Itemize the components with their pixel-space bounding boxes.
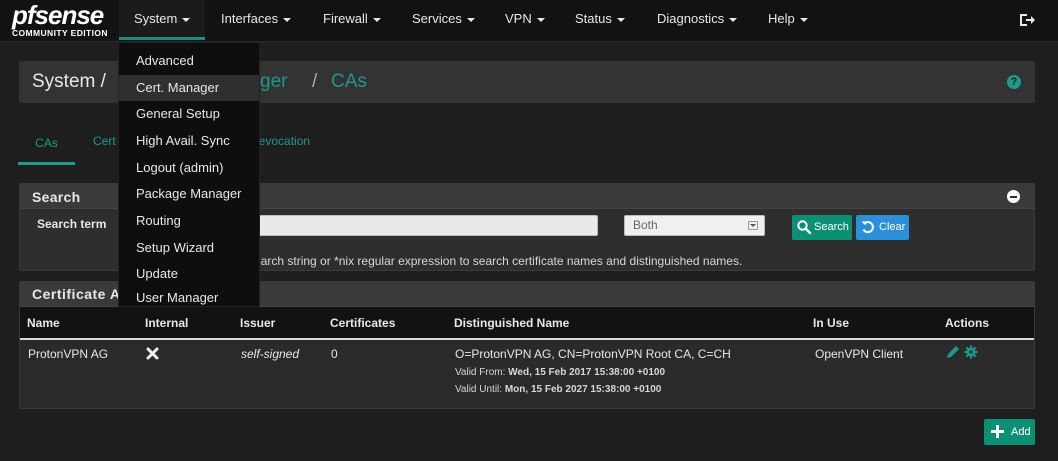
- add-button-label: Add: [1011, 426, 1031, 438]
- col-certificates[interactable]: Certificates: [330, 316, 395, 330]
- col-name[interactable]: Name: [27, 316, 60, 330]
- ca-in-use: OpenVPN Client: [815, 347, 904, 361]
- table-header: Name Internal Issuer Certificates Distin…: [20, 307, 1034, 340]
- collapse-icon[interactable]: [1007, 190, 1020, 203]
- nav-diagnostics-label: Diagnostics: [657, 11, 725, 26]
- menu-item-user-manager[interactable]: User Manager: [119, 288, 259, 308]
- top-navbar: pfsense COMMUNITY EDITION System Interfa…: [0, 0, 1058, 42]
- ca-panel-title: Certificate Au: [32, 286, 130, 302]
- tab-cas[interactable]: CAs: [18, 134, 75, 165]
- caret-down-icon: [466, 17, 475, 22]
- plus-icon: [991, 425, 1004, 438]
- x-mark-icon: [146, 347, 159, 360]
- clear-button-label: Clear: [879, 221, 906, 233]
- breadcrumb-system[interactable]: System /: [32, 71, 106, 93]
- nav-help-label: Help: [768, 11, 795, 26]
- ca-valid-from: Valid From: Wed, 15 Feb 2017 15:38:00 +0…: [455, 367, 665, 378]
- nav-firewall[interactable]: Firewall: [323, 0, 381, 40]
- clear-button[interactable]: Clear: [856, 215, 909, 240]
- menu-item-setup-wizard[interactable]: Setup Wizard: [119, 235, 259, 261]
- valid-from-value: Wed, 15 Feb 2017 15:38:00 +0100: [508, 367, 666, 378]
- col-in-use[interactable]: In Use: [813, 316, 849, 330]
- gear-icon[interactable]: [964, 345, 978, 359]
- breadcrumb-cert-manager[interactable]: ger: [260, 71, 287, 93]
- nav-vpn[interactable]: VPN: [505, 0, 545, 40]
- valid-until-label: Valid Until:: [455, 384, 503, 395]
- nav-interfaces[interactable]: Interfaces: [221, 0, 292, 40]
- nav-firewall-label: Firewall: [323, 11, 368, 26]
- ca-name: ProtonVPN AG: [28, 347, 109, 361]
- search-button-label: Search: [814, 221, 849, 233]
- menu-item-logout[interactable]: Logout (admin): [119, 155, 259, 181]
- caret-down-icon: [799, 17, 808, 22]
- menu-item-update[interactable]: Update: [119, 261, 259, 287]
- search-help-text: Enter a search string or *nix regular ex…: [206, 254, 743, 268]
- help-icon[interactable]: ?: [1007, 75, 1021, 89]
- nav-services-label: Services: [412, 11, 462, 26]
- tab-certificates[interactable]: Cert: [93, 134, 116, 148]
- nav-services[interactable]: Services: [412, 0, 475, 40]
- valid-until-value: Mon, 15 Feb 2027 15:38:00 +0100: [504, 384, 662, 395]
- breadcrumb-separator: /: [312, 71, 318, 92]
- menu-item-routing[interactable]: Routing: [119, 208, 259, 234]
- logout-icon[interactable]: [1018, 11, 1036, 29]
- nav-status-label: Status: [575, 11, 612, 26]
- menu-item-package-manager[interactable]: Package Manager: [119, 181, 259, 207]
- col-actions: Actions: [945, 316, 990, 330]
- menu-item-advanced[interactable]: Advanced: [119, 48, 259, 74]
- brand-edition: COMMUNITY EDITION: [12, 28, 108, 38]
- add-ca-button[interactable]: Add: [984, 419, 1035, 445]
- search-scope-select[interactable]: Both: [624, 215, 765, 236]
- brand-name: pfsense: [12, 0, 104, 30]
- ca-issuer: self-signed: [241, 347, 300, 361]
- nav-vpn-label: VPN: [505, 11, 532, 26]
- caret-down-icon: [372, 17, 381, 22]
- col-issuer[interactable]: Issuer: [240, 316, 275, 330]
- search-term-label: Search term: [37, 217, 107, 231]
- valid-from-label: Valid From:: [455, 367, 506, 378]
- nav-system-label: System: [134, 11, 178, 26]
- nav-status[interactable]: Status: [575, 0, 625, 40]
- search-button[interactable]: Search: [792, 215, 852, 240]
- nav-diagnostics[interactable]: Diagnostics: [657, 0, 738, 40]
- search-icon: [797, 220, 812, 235]
- pencil-icon[interactable]: [946, 345, 960, 359]
- search-input[interactable]: [206, 215, 598, 236]
- nav-help[interactable]: Help: [768, 0, 808, 40]
- caret-down-icon: [729, 17, 738, 22]
- menu-item-high-avail-sync[interactable]: High Avail. Sync: [119, 128, 259, 154]
- system-dropdown-menu: Advanced Cert. Manager General Setup Hig…: [118, 42, 260, 307]
- undo-icon: [861, 221, 874, 234]
- search-scope-value: Both: [633, 218, 658, 232]
- search-panel-title: Search: [32, 189, 81, 205]
- col-distinguished-name[interactable]: Distinguished Name: [454, 316, 569, 330]
- nav-interfaces-label: Interfaces: [221, 11, 279, 26]
- nav-system[interactable]: System: [119, 0, 205, 40]
- caret-down-icon: [283, 17, 292, 22]
- breadcrumb-current[interactable]: CAs: [331, 71, 367, 93]
- caret-down-icon: [182, 17, 191, 22]
- menu-item-cert-manager[interactable]: Cert. Manager: [119, 75, 259, 101]
- caret-down-icon: [616, 17, 625, 22]
- caret-down-icon: [536, 17, 545, 22]
- menu-item-general-setup[interactable]: General Setup: [119, 101, 259, 127]
- col-internal[interactable]: Internal: [145, 316, 188, 330]
- select-caret-icon: [748, 221, 758, 230]
- ca-distinguished-name: O=ProtonVPN AG, CN=ProtonVPN Root CA, C=…: [455, 347, 731, 361]
- ca-certificates: 0: [331, 347, 338, 361]
- row-actions: [946, 345, 980, 361]
- ca-valid-until: Valid Until: Mon, 15 Feb 2027 15:38:00 +…: [455, 384, 661, 395]
- pfsense-logo[interactable]: pfsense COMMUNITY EDITION: [12, 0, 110, 39]
